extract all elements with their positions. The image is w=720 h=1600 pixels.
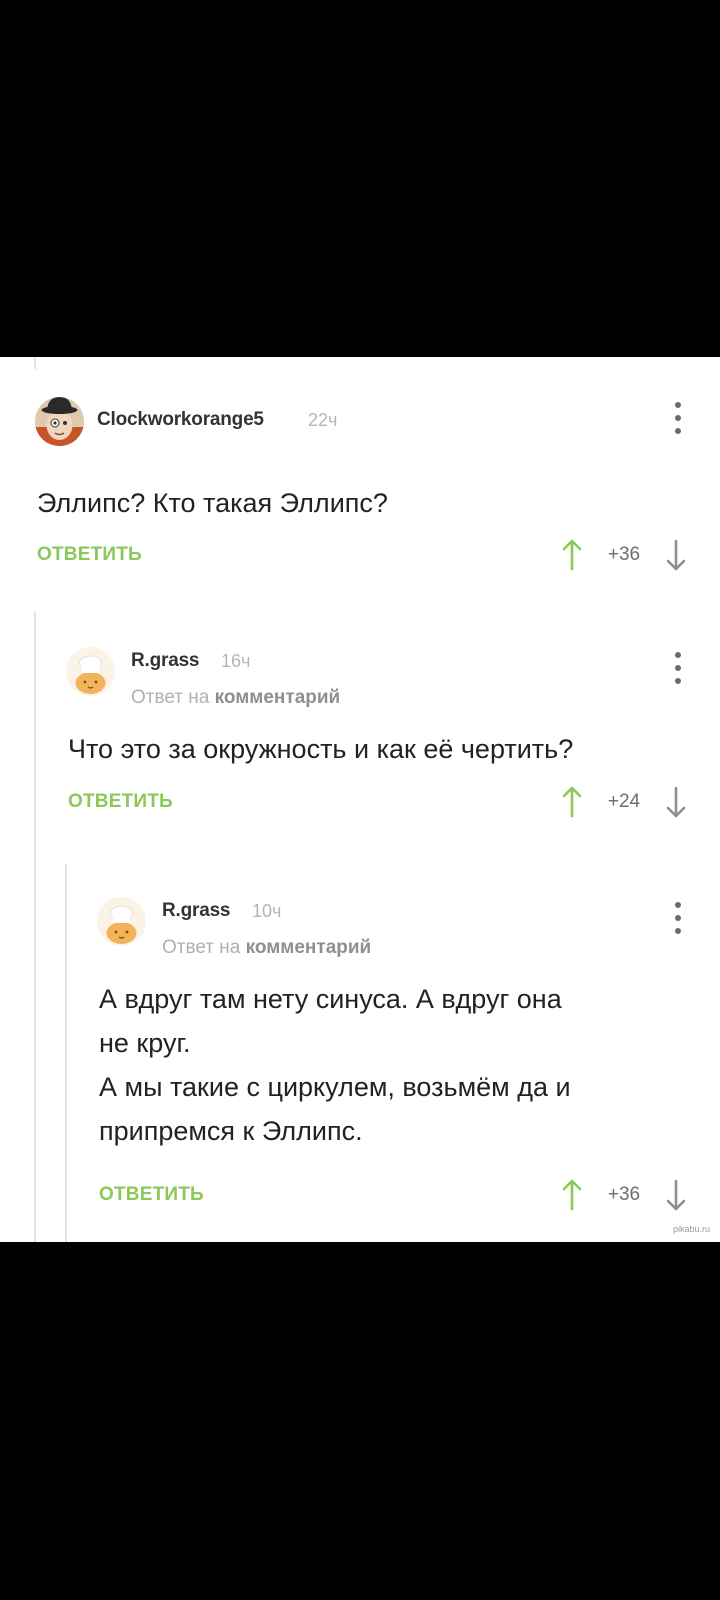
comment-time: 10ч — [252, 901, 282, 921]
comment-thread: Clockworkorange5 22ч Эллипс? Кто такая Э… — [0, 357, 720, 1242]
reply-button[interactable]: ОТВЕТИТЬ — [68, 791, 173, 813]
comment-author[interactable]: R.grass — [162, 900, 231, 922]
comment-score: +36 — [607, 544, 641, 565]
reply-to-reference[interactable]: Ответ на комментарий — [162, 937, 371, 959]
comment-score: +36 — [607, 1184, 641, 1205]
comment-text: Эллипс? Кто такая Эллипс? — [37, 488, 388, 518]
comment-text: Что это за окружность и как её чертить? — [68, 734, 574, 764]
more-options-menu-icon[interactable] — [668, 402, 688, 438]
comment-score: +24 — [607, 791, 641, 812]
screen: Clockworkorange5 22ч Эллипс? Кто такая Э… — [0, 0, 720, 1600]
comment-text-line: припремся к Эллипс. — [99, 1116, 363, 1146]
more-options-menu-icon[interactable] — [668, 652, 688, 688]
comment-time: 22ч — [308, 410, 338, 430]
comment-author[interactable]: R.grass — [131, 650, 200, 672]
user-avatar[interactable] — [97, 897, 146, 946]
upvote-arrow-icon[interactable] — [561, 1178, 583, 1212]
pikabu-watermark: pikabu.ru — [672, 1224, 710, 1234]
reply-to-link[interactable]: комментарий — [215, 687, 341, 708]
reply-to-prefix: Ответ на — [131, 687, 210, 708]
bowler-hat-face-icon — [35, 397, 84, 446]
more-options-menu-icon[interactable] — [668, 902, 688, 938]
chef-bun-icon — [97, 897, 146, 946]
reply-to-prefix: Ответ на — [162, 937, 241, 958]
reply-to-reference[interactable]: Ответ на комментарий — [131, 687, 340, 709]
comment-author[interactable]: Clockworkorange5 — [97, 409, 264, 431]
user-avatar[interactable] — [66, 647, 115, 696]
downvote-arrow-icon[interactable] — [665, 538, 687, 572]
reply-button[interactable]: ОТВЕТИТЬ — [99, 1184, 204, 1206]
upvote-arrow-icon[interactable] — [561, 538, 583, 572]
comment-text-line: А мы такие с циркулем, возьмём да и — [99, 1072, 571, 1102]
reply-to-link[interactable]: комментарий — [246, 937, 372, 958]
user-avatar[interactable] — [35, 397, 84, 446]
comment-text-line: А вдруг там нету синуса. А вдруг она — [99, 984, 562, 1014]
upvote-arrow-icon[interactable] — [561, 785, 583, 819]
reply-button[interactable]: ОТВЕТИТЬ — [37, 544, 142, 566]
downvote-arrow-icon[interactable] — [665, 785, 687, 819]
downvote-arrow-icon[interactable] — [665, 1178, 687, 1212]
comment-2: R.grass 16ч Ответ на комментарий Что это… — [0, 607, 720, 857]
comment-text: А вдруг там нету синуса. А вдруг она не … — [99, 977, 699, 1153]
comment-text-line: не круг. — [99, 1028, 191, 1058]
comment-1: Clockworkorange5 22ч Эллипс? Кто такая Э… — [0, 357, 720, 597]
chef-bun-icon — [66, 647, 115, 696]
comment-time: 16ч — [221, 651, 251, 671]
comment-3: R.grass 10ч Ответ на комментарий А вдруг… — [0, 857, 720, 1242]
